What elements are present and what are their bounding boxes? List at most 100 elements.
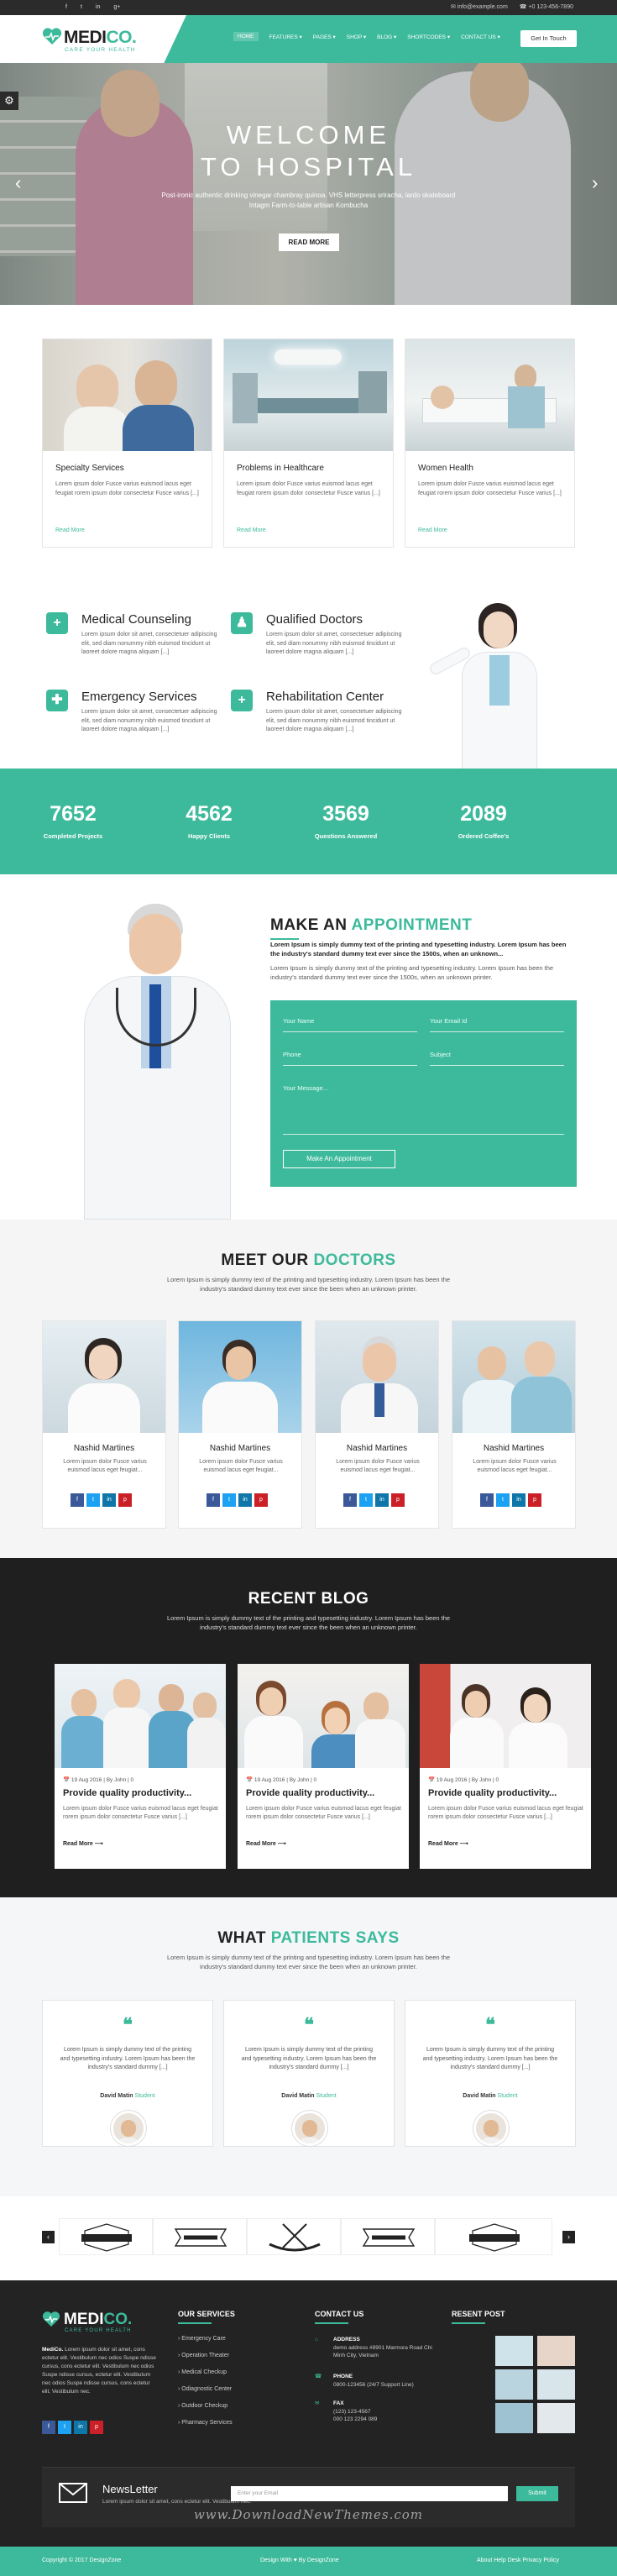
nav-blog[interactable]: BLOG ▾ — [377, 34, 396, 41]
client-logo[interactable] — [153, 2218, 247, 2255]
twitter-icon[interactable]: t — [359, 1493, 373, 1507]
slider-prev-icon[interactable]: ‹ — [15, 172, 21, 194]
recent-post-thumb[interactable] — [537, 2403, 575, 2433]
linkedin-icon[interactable]: in — [238, 1493, 252, 1507]
pinterest-icon[interactable]: p — [254, 1493, 268, 1507]
blog-read-more-link[interactable]: Read More ⟶ — [63, 1840, 103, 1847]
footer-service-link[interactable]: › Operation Theater — [178, 2353, 233, 2358]
blog-image — [420, 1664, 591, 1768]
footer-service-link[interactable]: › Pharmacy Services — [178, 2420, 233, 2426]
logo-name-part-a: MEDI — [64, 28, 107, 47]
service-image-hospital-ward — [405, 339, 574, 451]
nav-pages[interactable]: PAGES ▾ — [313, 34, 336, 41]
linkedin-icon[interactable]: in — [74, 2421, 87, 2434]
client-logo[interactable] — [247, 2218, 341, 2255]
facebook-icon[interactable]: f — [480, 1493, 494, 1507]
pinterest-icon[interactable]: p — [528, 1493, 541, 1507]
hero-read-more-button[interactable]: READ MORE — [279, 233, 339, 251]
blog-card: 📅 19 Aug 2016 | By John | 0 Provide qual… — [420, 1664, 591, 1869]
facebook-icon[interactable]: f — [65, 3, 67, 12]
client-logo[interactable] — [59, 2218, 153, 2255]
logo[interactable]: MEDICO. CARE YOUR HEALTH — [0, 15, 186, 63]
footer-service-link[interactable]: › Emergency Care — [178, 2336, 233, 2342]
footer-service-label[interactable]: Operation Theater — [181, 2353, 229, 2358]
pinterest-icon[interactable]: p — [118, 1493, 132, 1507]
service-read-more-link[interactable]: Read More — [418, 527, 447, 533]
service-cards-section: Specialty Services Lorem ipsum dolor Fus… — [0, 305, 617, 574]
twitter-icon[interactable]: t — [81, 3, 82, 12]
testimonial-card: ❝ Lorem Ipsum is simply dummy text of th… — [223, 2000, 395, 2147]
recent-post-thumb[interactable] — [495, 2369, 533, 2400]
recent-post-thumb[interactable] — [495, 2403, 533, 2433]
nav-contact[interactable]: CONTACT US ▾ — [461, 34, 500, 41]
name-field[interactable]: Your Name — [283, 1017, 417, 1032]
service-read-more-link[interactable]: Read More — [55, 527, 85, 533]
linkedin-icon[interactable]: in — [375, 1493, 389, 1507]
service-title: Problems in Healthcare — [237, 464, 324, 473]
address-text: demo address #8901 Marmora Road Chi Minh… — [333, 2344, 432, 2359]
email-field[interactable]: Your Email Id — [430, 1017, 564, 1032]
footer-service-link[interactable]: › Outdoor Checkup — [178, 2403, 233, 2409]
blog-post-title[interactable]: Provide quality productivity... — [246, 1788, 374, 1798]
heading-underline — [178, 2322, 212, 2324]
service-read-more-link[interactable]: Read More — [237, 527, 266, 533]
testimonial-author: David Matin Student — [224, 2093, 394, 2099]
nav-shortcodes[interactable]: SHORTCODES ▾ — [407, 34, 450, 41]
client-logo[interactable] — [435, 2218, 552, 2255]
client-logo[interactable] — [341, 2218, 435, 2255]
google-plus-icon[interactable]: g+ — [113, 3, 120, 12]
newsletter-email-input[interactable]: Enter your Email — [231, 2486, 508, 2501]
footer-service-link[interactable]: › Odiagnostic Center — [178, 2386, 233, 2392]
recent-post-thumb[interactable] — [537, 2336, 575, 2366]
footer-service-label[interactable]: Medical Checkup — [181, 2369, 227, 2375]
doctor-name: Nashid Martines — [73, 1444, 135, 1453]
footer-service-label[interactable]: Odiagnostic Center — [181, 2386, 232, 2392]
top-email[interactable]: ✉ info@example.com — [451, 3, 508, 10]
facebook-icon[interactable]: f — [71, 1493, 84, 1507]
footer-service-link[interactable]: › Medical Checkup — [178, 2369, 233, 2375]
settings-gear-icon[interactable]: ⚙ — [0, 92, 18, 110]
phone-field[interactable]: Phone — [283, 1051, 417, 1066]
blog-post-title[interactable]: Provide quality productivity... — [63, 1788, 191, 1798]
nav-home[interactable]: HOME — [233, 32, 259, 41]
linkedin-icon[interactable]: in — [102, 1493, 116, 1507]
twitter-icon[interactable]: t — [496, 1493, 510, 1507]
linkedin-icon[interactable]: in — [96, 3, 100, 12]
retrologo-badge-logo — [81, 2223, 132, 2252]
footer-service-label[interactable]: Pharmacy Services — [181, 2420, 232, 2426]
blog-read-more-link[interactable]: Read More ⟶ — [246, 1840, 286, 1847]
pinterest-icon[interactable]: p — [90, 2421, 103, 2434]
hero-text: Post-ironic authentic drinking vinegar c… — [161, 191, 456, 209]
blog-post-title[interactable]: Provide quality productivity... — [428, 1788, 557, 1798]
footer-service-label[interactable]: Emergency Care — [181, 2336, 226, 2342]
twitter-icon[interactable]: t — [86, 1493, 100, 1507]
footer-links[interactable]: About Help Desk Privacy Policy — [477, 2558, 559, 2563]
recent-post-thumb[interactable] — [537, 2369, 575, 2400]
features-section: + Medical Counseling Lorem ipsum dolor s… — [0, 574, 617, 769]
pinterest-icon[interactable]: p — [391, 1493, 405, 1507]
logos-next-icon[interactable]: › — [562, 2231, 575, 2243]
get-in-touch-button[interactable]: Get In Touch — [520, 30, 577, 47]
footer-service-label[interactable]: Outdoor Checkup — [181, 2403, 227, 2409]
facebook-icon[interactable]: f — [42, 2421, 55, 2434]
blog-meta: 📅 19 Aug 2016 | By John | 0 — [63, 1777, 134, 1783]
nav-shop[interactable]: SHOP ▾ — [347, 34, 366, 41]
twitter-icon[interactable]: t — [58, 2421, 71, 2434]
slider-next-icon[interactable]: › — [592, 172, 598, 194]
message-field[interactable]: Your Message... — [283, 1084, 564, 1135]
top-email-text[interactable]: info@example.com — [458, 4, 508, 10]
facebook-icon[interactable]: f — [343, 1493, 357, 1507]
logos-prev-icon[interactable]: ‹ — [42, 2231, 55, 2243]
linkedin-icon[interactable]: in — [512, 1493, 525, 1507]
make-appointment-button[interactable]: Make An Appointment — [283, 1150, 395, 1168]
facebook-icon[interactable]: f — [207, 1493, 220, 1507]
service-title: Women Health — [418, 464, 473, 473]
newsletter-submit-button[interactable]: Submit — [516, 2486, 558, 2501]
blog-read-more-link[interactable]: Read More ⟶ — [428, 1840, 468, 1847]
footer-address: ⌂ ADDRESS demo address #8901 Marmora Road … — [315, 2336, 441, 2360]
twitter-icon[interactable]: t — [222, 1493, 236, 1507]
nav-features[interactable]: FEATURES ▾ — [269, 34, 302, 41]
subject-field[interactable]: Subject — [430, 1051, 564, 1066]
top-contact: ✉ info@example.com ☎ +0 123-456-7890 — [451, 3, 573, 10]
recent-post-thumb[interactable] — [495, 2336, 533, 2366]
